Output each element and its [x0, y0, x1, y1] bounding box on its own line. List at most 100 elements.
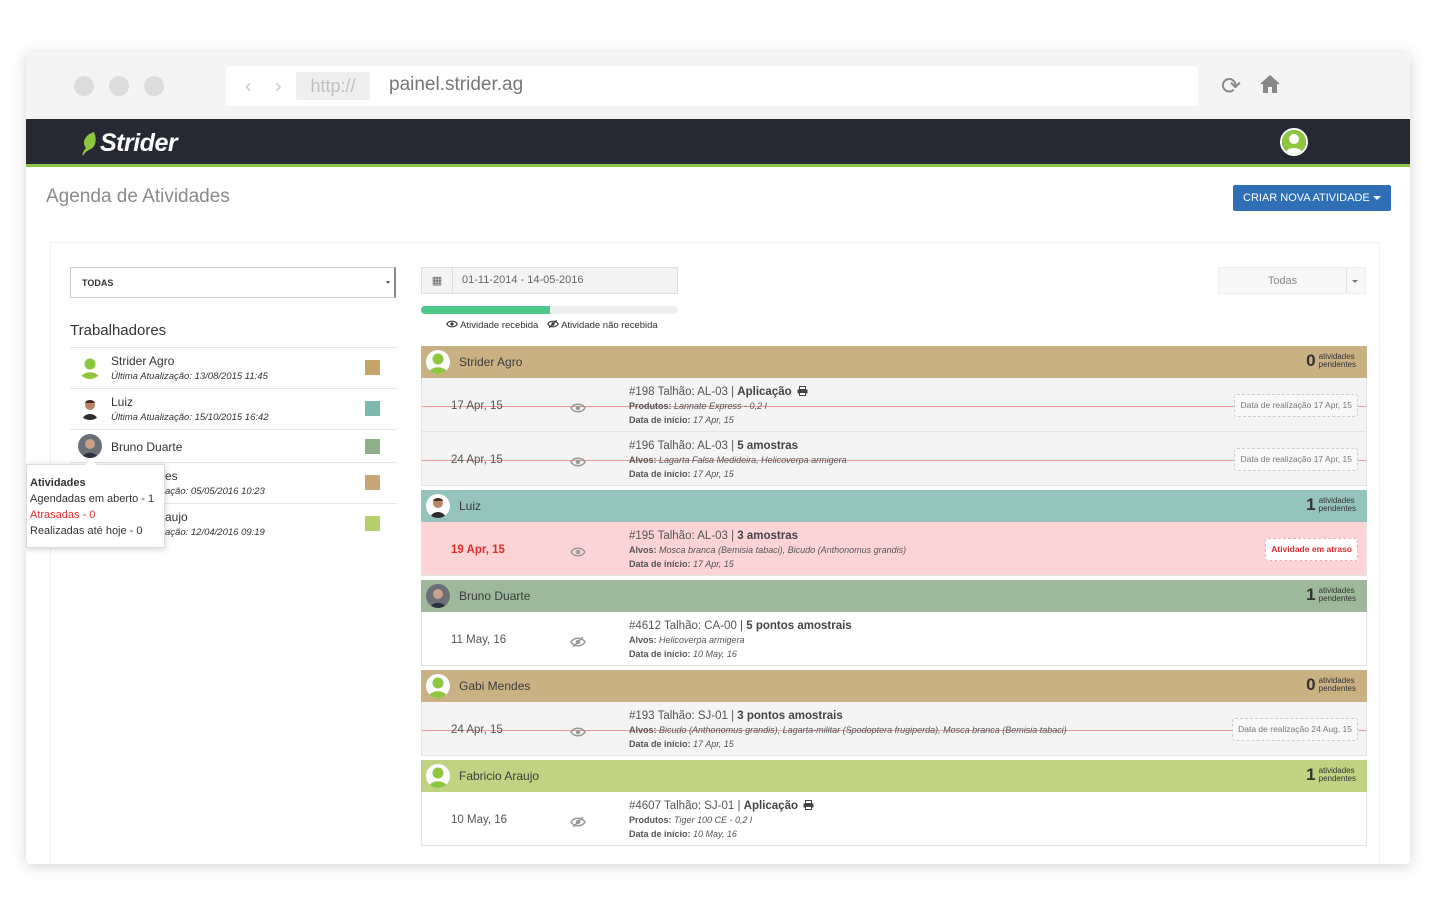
pending-count-label: atividades pendentes — [1319, 497, 1356, 513]
pending-count-number: 0 — [1306, 351, 1316, 370]
activity-type: Aplicação — [743, 800, 798, 812]
activity-date: 10 May, 16 — [451, 814, 508, 826]
worker-name: Luiz — [111, 395, 134, 409]
status-filter-select[interactable]: Todas — [1218, 267, 1366, 294]
pending-count: 1 atividades pendentes — [1306, 585, 1356, 605]
start-label: Data de início: — [629, 739, 691, 749]
activity-id-field: #198 Talhão: AL-03 | — [629, 386, 735, 398]
worker-name: es — [165, 469, 178, 483]
activity-row[interactable]: 17 Apr, 15 #198 Talhão: AL-03 | Aplicação… — [421, 378, 1367, 432]
date-range-picker[interactable]: ▦ 01-11-2014 - 14-05-2016 — [421, 267, 678, 294]
url-host: painel.strider.ag — [389, 74, 524, 95]
group-avatar — [426, 764, 450, 788]
activity-row[interactable]: 19 Apr, 15 #195 Talhão: AL-03 | 3 amostra… — [421, 522, 1367, 576]
start-label: Data de início: — [629, 469, 691, 479]
activity-detail: Produtos: Lannate Express - 0,2 l — [629, 401, 767, 411]
legend: Atividade recebida Atividade não recebid… — [446, 319, 664, 331]
tooltip-done-today: Realizadas até hoje - 0 — [30, 525, 143, 537]
activity-status-badge: Data de realização 24 Aug, 15 — [1232, 718, 1358, 741]
activity-id-field: #4612 Talhão: CA-00 | — [629, 620, 744, 632]
detail-value: Lagarta Falsa Medideira, Helicoverpa arm… — [659, 455, 847, 465]
group-worker-name: Strider Agro — [459, 355, 523, 369]
detail-label: Alvos: — [629, 455, 657, 465]
window-close-dot[interactable] — [74, 76, 94, 96]
group-header[interactable]: Fabricio Araujo 1 atividades pendentes — [421, 760, 1367, 792]
worker-last-update: ação: 12/04/2016 09:19 — [165, 527, 265, 538]
chevron-down-icon — [1352, 280, 1358, 283]
group-header[interactable]: Bruno Duarte 1 atividades pendentes — [421, 580, 1367, 612]
completed-strike-line — [422, 460, 1366, 461]
activity-detail: Alvos: Mosca branca (Bemisia tabaci), Bi… — [629, 545, 906, 555]
group-worker-name: Gabi Mendes — [459, 679, 531, 693]
activity-type: Aplicação — [737, 386, 792, 398]
activity-row[interactable]: 24 Apr, 15 #196 Talhão: AL-03 | 5 amostra… — [421, 432, 1367, 486]
worker-avatar — [78, 434, 102, 458]
group-worker-name: Fabricio Araujo — [459, 769, 540, 783]
status-filter-value: Todas — [1267, 275, 1298, 287]
activity-type: 3 amostras — [737, 530, 799, 542]
worker-color-swatch — [365, 439, 380, 454]
activity-id-field: #193 Talhão: SJ-01 | — [629, 710, 735, 722]
window-maximize-dot[interactable] — [144, 76, 164, 96]
group-header[interactable]: Luiz 1 atividades pendentes — [421, 490, 1367, 522]
pending-count: 0 atividades pendentes — [1306, 351, 1356, 371]
worker-item[interactable]: Strider Agro Última Atualização: 13/08/2… — [70, 347, 397, 387]
group-header[interactable]: Gabi Mendes 0 atividades pendentes — [421, 670, 1367, 702]
url-protocol: http:// — [296, 72, 370, 100]
worker-last-update: Última Atualização: 13/08/2015 11:45 — [111, 371, 268, 382]
pending-count: 0 atividades pendentes — [1306, 675, 1356, 695]
reload-icon[interactable]: ⟳ — [1221, 72, 1241, 100]
detail-label: Alvos: — [629, 725, 657, 735]
pending-count-number: 1 — [1306, 765, 1316, 784]
group-worker-name: Bruno Duarte — [459, 589, 531, 603]
worker-group: Luiz 1 atividades pendentes 19 Apr, 15 #195 T… — [421, 490, 1367, 576]
browser-chrome: ‹ › http:// painel.strider.ag ⟳ — [26, 52, 1410, 119]
progress-fill — [421, 306, 550, 314]
worker-group: Fabricio Araujo 1 atividades pendentes 10 Ma… — [421, 760, 1367, 846]
activity-title: #4612 Talhão: CA-00 | 5 pontos amostrais — [629, 620, 852, 632]
home-icon[interactable] — [1258, 72, 1282, 96]
activity-date: 24 Apr, 15 — [451, 724, 503, 736]
worker-name: Bruno Duarte — [111, 440, 183, 454]
detail-value: Helicoverpa armigera — [659, 635, 745, 645]
activity-start-date: Data de início: 17 Apr, 15 — [629, 415, 734, 425]
worker-avatar — [78, 396, 102, 420]
eye-icon — [570, 724, 586, 737]
worker-group: Bruno Duarte 1 atividades pendentes 11 May, … — [421, 580, 1367, 666]
pending-count: 1 atividades pendentes — [1306, 495, 1356, 515]
activity-date: 11 May, 16 — [451, 634, 507, 646]
user-avatar[interactable] — [1280, 128, 1308, 156]
activity-title: #193 Talhão: SJ-01 | 3 pontos amostrais — [629, 710, 843, 722]
pending-count-number: 1 — [1306, 495, 1316, 514]
activity-start-date: Data de início: 17 Apr, 15 — [629, 559, 734, 569]
activity-detail: Alvos: Bicudo (Anthonomus grandis), Laga… — [629, 725, 1067, 735]
create-activity-button[interactable]: CRIAR NOVA ATIVIDADE — [1233, 185, 1391, 211]
group-header[interactable]: Strider Agro 0 atividades pendentes — [421, 346, 1367, 378]
eye-icon — [570, 400, 586, 413]
group-avatar — [426, 350, 450, 374]
browser-window: ‹ › http:// painel.strider.ag ⟳ Strider … — [26, 52, 1410, 864]
worker-group: Strider Agro 0 atividades pendentes 17 Apr, … — [421, 346, 1367, 486]
address-bar[interactable]: ‹ › http:// painel.strider.ag — [226, 66, 1198, 106]
back-forward-icons[interactable]: ‹ › — [244, 74, 290, 98]
activity-row[interactable]: 11 May, 16 #4612 Talhão: CA-00 | 5 pontos… — [421, 612, 1367, 666]
worker-filter-value: TODAS — [82, 278, 114, 288]
activity-row[interactable]: 24 Apr, 15 #193 Talhão: SJ-01 | 3 pontos … — [421, 702, 1367, 756]
worker-last-update: ação: 05/05/2016 10:23 — [165, 486, 265, 497]
window-minimize-dot[interactable] — [109, 76, 129, 96]
activity-start-date: Data de início: 10 May, 16 — [629, 649, 737, 659]
worker-color-swatch — [365, 475, 380, 490]
worker-filter-select[interactable]: TODAS — [70, 267, 396, 298]
detail-value: Mosca branca (Bemisia tabaci), Bicudo (A… — [659, 545, 907, 555]
print-icon[interactable] — [803, 800, 814, 810]
worker-item[interactable]: Bruno Duarte — [70, 429, 397, 462]
worker-last-update: Última Atualização: 15/10/2015 16:42 — [111, 412, 269, 423]
activity-row[interactable]: 10 May, 16 #4607 Talhão: SJ-01 | Aplicaçã… — [421, 792, 1367, 846]
print-icon[interactable] — [797, 386, 808, 396]
detail-value: Tiger 100 CE - 0,2 l — [674, 815, 752, 825]
strider-logo[interactable]: Strider — [80, 129, 178, 158]
date-range-value: 01-11-2014 - 14-05-2016 — [462, 274, 584, 286]
worker-item[interactable]: Luiz Última Atualização: 15/10/2015 16:4… — [70, 388, 397, 428]
start-value: 17 Apr, 15 — [693, 739, 734, 749]
worker-group: Gabi Mendes 0 atividades pendentes 24 Apr, 1… — [421, 670, 1367, 756]
